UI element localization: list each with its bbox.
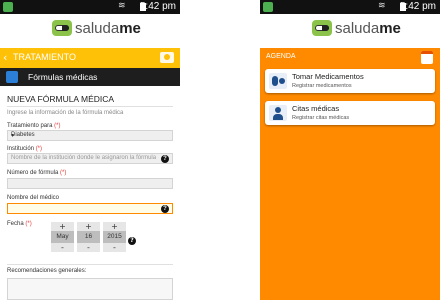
form-title: NUEVA FÓRMULA MÉDICA bbox=[7, 94, 115, 104]
app-header: saludame bbox=[260, 14, 440, 49]
pills-icon bbox=[269, 73, 287, 89]
institution-input[interactable]: Nombre de la institución donde le asigna… bbox=[7, 153, 173, 164]
phone-screen-left: ≋ 5:42 pm saludame ‹ TRATAMIENTO Fórmula… bbox=[0, 0, 180, 300]
day-value[interactable]: 16 bbox=[77, 231, 100, 243]
dropdown-arrow-icon: ▾ bbox=[11, 133, 15, 139]
year-increment-button[interactable]: + bbox=[103, 222, 126, 231]
formula-number-input[interactable] bbox=[7, 178, 173, 189]
help-icon[interactable]: ? bbox=[161, 205, 169, 213]
doctor-icon bbox=[269, 105, 287, 121]
year-stepper[interactable]: + 2015 - bbox=[103, 222, 126, 252]
back-chevron-icon[interactable]: ‹ bbox=[3, 51, 7, 64]
card-subtitle: Registrar medicamentos bbox=[292, 83, 352, 89]
back-bar[interactable]: ‹ TRATAMIENTO bbox=[0, 48, 180, 68]
back-bar-title: TRATAMIENTO bbox=[13, 52, 76, 62]
treatment-label: Tratamiento para (*) bbox=[7, 123, 61, 129]
institution-label: Institución (*) bbox=[7, 146, 43, 152]
card-title: Tomar Medicamentos bbox=[292, 72, 364, 81]
agenda-bar: AGENDA bbox=[260, 48, 440, 68]
app-notification-icon bbox=[3, 2, 13, 12]
doctor-label: Nombre del médico bbox=[7, 195, 60, 201]
app-header: saludame bbox=[0, 14, 180, 49]
wifi-icon: ≋ bbox=[118, 1, 127, 11]
doctor-name-input[interactable]: ? bbox=[7, 203, 173, 214]
pill-logo-icon bbox=[312, 20, 332, 36]
form-subtitle: Ingrese la información de la fórmula méd… bbox=[7, 110, 124, 116]
day-stepper[interactable]: + 16 - bbox=[77, 222, 100, 252]
recommendations-textarea[interactable] bbox=[7, 278, 173, 300]
treatment-select[interactable]: Diabetes ▾ bbox=[7, 130, 173, 141]
status-bar: ≋ 5:42 pm bbox=[0, 0, 180, 14]
agenda-title: AGENDA bbox=[266, 53, 296, 60]
app-notification-icon bbox=[263, 2, 273, 12]
prescription-icon bbox=[6, 71, 18, 83]
year-value[interactable]: 2015 bbox=[103, 231, 126, 243]
status-bar: ≋ 5:42 pm bbox=[260, 0, 440, 14]
formula-number-label: Número de fórmula (*) bbox=[7, 170, 67, 176]
status-time: 5:42 pm bbox=[139, 1, 176, 12]
divider bbox=[7, 106, 173, 107]
camera-icon[interactable] bbox=[160, 52, 174, 63]
status-time: 5:42 pm bbox=[399, 1, 436, 12]
card-subtitle: Registrar citas médicas bbox=[292, 115, 350, 121]
month-stepper[interactable]: + May - bbox=[51, 222, 74, 252]
day-increment-button[interactable]: + bbox=[77, 222, 100, 231]
recommendations-label: Recomendaciones generales: bbox=[7, 268, 87, 274]
medications-card[interactable]: Tomar Medicamentos Registrar medicamento… bbox=[265, 69, 435, 93]
wifi-icon: ≋ bbox=[378, 1, 387, 11]
day-decrement-button[interactable]: - bbox=[77, 243, 100, 252]
section-title: Fórmulas médicas bbox=[28, 72, 98, 82]
divider bbox=[7, 264, 173, 265]
appointments-card[interactable]: Citas médicas Registrar citas médicas bbox=[265, 101, 435, 125]
calendar-icon[interactable] bbox=[421, 51, 433, 64]
card-title: Citas médicas bbox=[292, 104, 340, 113]
month-decrement-button[interactable]: - bbox=[51, 243, 74, 252]
month-value[interactable]: May bbox=[51, 231, 74, 243]
help-icon[interactable]: ? bbox=[128, 237, 136, 245]
pill-logo-icon bbox=[52, 20, 72, 36]
date-label: Fecha (*) bbox=[7, 221, 32, 227]
app-logo: saludame bbox=[75, 20, 141, 37]
year-decrement-button[interactable]: - bbox=[103, 243, 126, 252]
month-increment-button[interactable]: + bbox=[51, 222, 74, 231]
help-icon[interactable]: ? bbox=[161, 155, 169, 163]
section-bar: Fórmulas médicas bbox=[0, 68, 180, 86]
phone-screen-right: ≋ 5:42 pm saludame AGENDA Tomar Medicame… bbox=[260, 0, 440, 300]
app-logo: saludame bbox=[335, 20, 401, 37]
